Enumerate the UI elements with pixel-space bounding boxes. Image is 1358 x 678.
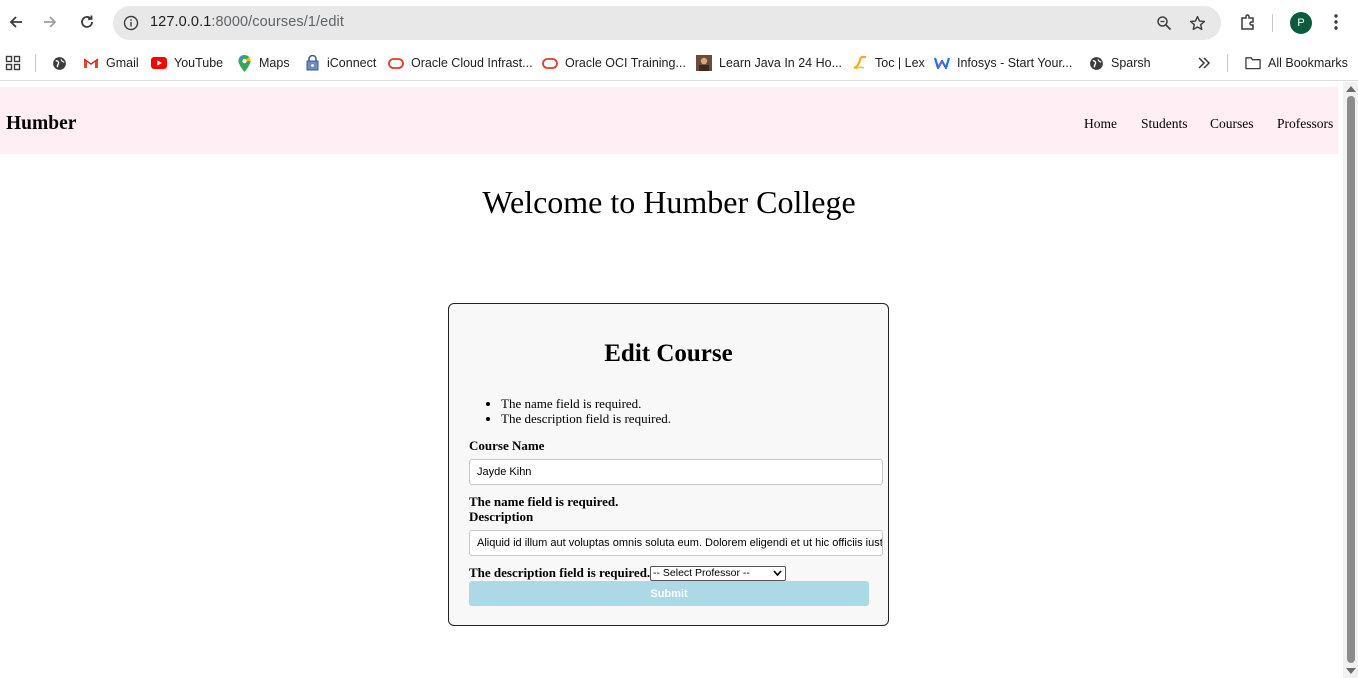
zoom-icon[interactable] [1154,13,1174,33]
bookmark-learn-java[interactable]: Learn Java In 24 Ho... [696,52,842,74]
bookmark-label: Gmail [106,56,139,70]
folder-icon [1245,55,1261,71]
bookmark-label: Infosys - Start Your... [957,56,1073,70]
scroll-thumb[interactable] [1347,96,1355,663]
bookmark-toc-lex[interactable]: Toc | Lex [852,52,925,74]
iconnect-icon [304,55,320,71]
bookmark-label: Oracle OCI Training... [565,56,686,70]
scroll-down-icon[interactable] [1346,668,1356,674]
bookmark-label: Toc | Lex [875,56,925,70]
url-text[interactable]: 127.0.0.1:8000/courses/1/edit [150,14,344,30]
edit-course-form: Edit Course The name field is required. … [448,303,889,626]
globe-icon [51,55,67,71]
name-error-text: The name field is required. [469,494,619,509]
brand-logo[interactable]: Humber [6,113,76,135]
infosys-icon [934,55,950,71]
bookmark-maps[interactable]: Maps [236,52,290,74]
all-bookmarks[interactable]: All Bookmarks [1245,52,1348,74]
bookmarks-overflow-icon[interactable] [1197,52,1211,74]
submit-button[interactable]: Submit [469,581,869,606]
gmail-icon [83,55,99,71]
extensions-icon[interactable] [1235,9,1261,35]
error-list: The name field is required. The descript… [501,396,671,426]
java-thumbnail-icon [696,55,712,71]
bookmarks-divider [1227,54,1228,72]
toolbar-divider [1272,14,1273,32]
bookmark-oracle-cloud[interactable]: Oracle Cloud Infrast... [388,52,533,74]
course-name-label: Course Name [469,438,545,453]
bookmark-infosys[interactable]: Infosys - Start Your... [934,52,1072,74]
url-host: 127.0.0.1 [150,14,212,30]
course-name-input[interactable]: Jayde Kihn [469,459,883,485]
bookmark-oracle-oci[interactable]: Oracle OCI Training... [542,52,686,74]
all-bookmarks-label: All Bookmarks [1268,56,1348,70]
star-icon[interactable] [1187,13,1207,33]
bookmark-sparsh[interactable]: Sparsh [1088,52,1151,74]
reload-icon[interactable] [74,9,100,35]
bookmark-globe[interactable] [51,52,74,74]
bookmarks-divider [35,54,36,72]
professor-select-value: -- Select Professor -- [653,567,750,579]
nav-link-students[interactable]: Students [1141,116,1188,132]
oracle-icon [542,55,558,71]
youtube-icon [151,55,167,71]
bookmark-label: Maps [259,56,290,70]
bookmarks-bar: Gmail YouTube Maps iConnect Oracle Cloud… [0,45,1358,81]
description-label: Description [469,509,534,524]
page-viewport: Humber Home Students Courses Professors … [0,82,1358,678]
apps-grid-icon[interactable] [5,52,21,74]
oracle-icon [388,55,404,71]
bookmark-iconnect[interactable]: iConnect [304,52,376,74]
nav-link-courses[interactable]: Courses [1210,116,1254,132]
error-item: The description field is required. [501,411,671,426]
maps-icon [236,54,252,72]
error-item: The name field is required. [501,396,671,411]
url-path: :8000/courses/1/edit [211,14,344,30]
scroll-up-icon[interactable] [1346,86,1356,92]
profile-avatar[interactable]: P [1290,12,1312,34]
nav-link-home[interactable]: Home [1084,116,1117,132]
bookmark-gmail[interactable]: Gmail [83,52,139,74]
address-bar[interactable]: 127.0.0.1:8000/courses/1/edit [113,6,1221,40]
form-title: Edit Course [604,340,733,367]
description-input[interactable]: Aliquid id illum aut voluptas omnis solu… [469,530,883,556]
bookmark-label: Learn Java In 24 Ho... [719,56,842,70]
bookmark-label: Sparsh [1111,56,1151,70]
forward-icon[interactable] [37,9,63,35]
site-info-icon[interactable] [121,13,141,33]
globe-icon [1088,55,1104,71]
site-header: Humber Home Students Courses Professors [0,87,1338,154]
menu-kebab-icon[interactable] [1323,9,1349,35]
description-error-text: The description field is required. [469,565,651,580]
welcome-heading: Welcome to Humber College [482,184,856,220]
browser-toolbar: 127.0.0.1:8000/courses/1/edit P [0,0,1358,45]
back-icon[interactable] [3,9,29,35]
lex-icon [852,55,868,71]
bookmark-label: Oracle Cloud Infrast... [411,56,533,70]
bookmark-label: YouTube [174,56,224,70]
bookmark-youtube[interactable]: YouTube [151,52,223,74]
bookmark-label: iConnect [327,56,377,70]
nav-link-professors[interactable]: Professors [1277,116,1333,132]
page-scrollbar[interactable] [1343,82,1358,678]
professor-select[interactable]: -- Select Professor -- [650,566,786,581]
